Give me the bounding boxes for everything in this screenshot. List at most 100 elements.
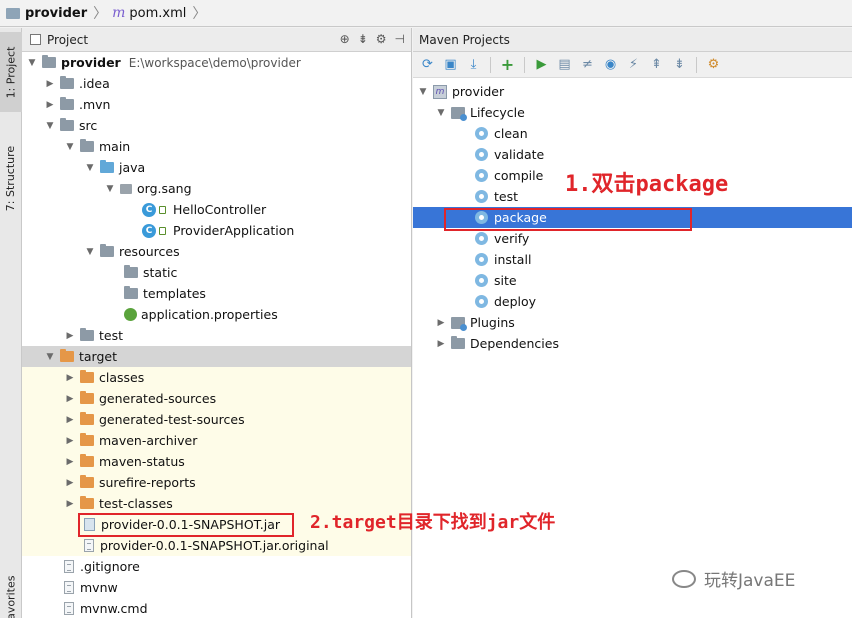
tree-row[interactable]: .gitignore — [22, 556, 411, 577]
tree-row[interactable]: ▶ classes — [22, 367, 411, 388]
collapsed-arrow-icon[interactable]: ▶ — [64, 457, 76, 467]
settings-gear-icon[interactable]: ⚙ — [376, 32, 387, 46]
tree-row[interactable]: ▼ java — [22, 157, 411, 178]
view-selector[interactable]: Project — [30, 33, 88, 47]
collapsed-arrow-icon[interactable]: ▶ — [64, 373, 76, 383]
maven-phase-site[interactable]: site — [413, 270, 852, 291]
excluded-folder-icon — [80, 454, 94, 467]
expand-all-icon[interactable]: ⇞ — [648, 56, 665, 73]
folder-icon — [60, 76, 74, 89]
chevron-right-icon: 〉 — [192, 6, 207, 22]
tree-row[interactable]: ▼ src — [22, 115, 411, 136]
tree-row[interactable]: ▶ generated-test-sources — [22, 409, 411, 430]
collapsed-arrow-icon[interactable]: ▶ — [435, 318, 447, 328]
expanded-arrow-icon[interactable]: ▼ — [84, 247, 96, 257]
maven-phase-install[interactable]: install — [413, 249, 852, 270]
gear-icon — [475, 127, 488, 140]
tree-row[interactable]: static — [22, 262, 411, 283]
run-icon[interactable]: ▶ — [533, 56, 550, 73]
hide-panel-icon[interactable]: ⊣ — [395, 32, 405, 46]
maven-row-dependencies[interactable]: ▶ Dependencies — [413, 333, 852, 354]
toggle-offline-icon[interactable]: ≠ — [579, 56, 596, 73]
maven-project-icon: m — [433, 84, 447, 99]
tree-row[interactable]: ▶ .mvn — [22, 94, 411, 115]
tree-row[interactable]: templates — [22, 283, 411, 304]
spring-class-icon: C — [142, 223, 156, 238]
collapsed-arrow-icon[interactable]: ▶ — [64, 394, 76, 404]
breadcrumb-file[interactable]: m pom.xml — [112, 5, 186, 21]
tree-row[interactable]: C HelloController — [22, 199, 411, 220]
expanded-arrow-icon[interactable]: ▼ — [84, 163, 96, 173]
maven-file-icon: m — [112, 5, 126, 21]
tree-row[interactable]: ▼ org.sang — [22, 178, 411, 199]
breadcrumb-project[interactable]: provider — [6, 6, 87, 21]
jar-highlight-box — [78, 513, 294, 537]
properties-file-icon — [124, 308, 137, 321]
download-icon[interactable]: ⤓ — [465, 56, 482, 73]
tab-structure[interactable]: 7: Structure — [0, 138, 22, 218]
show-dependencies-icon[interactable]: ⚡ — [625, 56, 642, 73]
tree-row[interactable]: ▶ .idea — [22, 73, 411, 94]
expanded-arrow-icon[interactable]: ▼ — [44, 121, 56, 131]
excluded-folder-icon — [80, 391, 94, 404]
maven-settings-icon[interactable]: ⚙ — [705, 56, 722, 73]
folder-icon — [124, 286, 138, 299]
collapse-all-icon[interactable]: ⇟ — [358, 32, 368, 46]
package-highlight-box — [444, 208, 692, 231]
collapsed-arrow-icon[interactable]: ▶ — [44, 79, 56, 89]
tab-project[interactable]: 1: Project — [0, 32, 22, 112]
scroll-from-source-icon[interactable]: ⊕ — [340, 32, 350, 46]
tree-row[interactable]: provider-0.0.1-SNAPSHOT.jar.original — [22, 535, 411, 556]
tree-row[interactable]: ▼ main — [22, 136, 411, 157]
tree-row[interactable]: mvnw — [22, 577, 411, 598]
collapsed-arrow-icon[interactable]: ▶ — [64, 415, 76, 425]
chevron-right-icon: 〉 — [93, 6, 108, 22]
collapsed-arrow-icon[interactable]: ▶ — [64, 478, 76, 488]
maven-row-project[interactable]: ▼ m provider — [413, 81, 852, 102]
expanded-arrow-icon[interactable]: ▼ — [26, 58, 38, 68]
tree-row[interactable]: ▼ resources — [22, 241, 411, 262]
tree-row-target[interactable]: ▼ target — [22, 346, 411, 367]
skip-tests-icon[interactable]: ◉ — [602, 56, 619, 73]
excluded-folder-icon — [80, 433, 94, 446]
annotation-step2: 2.target目录下找到jar文件 — [310, 512, 556, 533]
tree-row[interactable]: application.properties — [22, 304, 411, 325]
tree-row[interactable]: mvnw.cmd — [22, 598, 411, 618]
tree-row-root[interactable]: ▼ provider E:\workspace\demo\provider — [22, 52, 411, 73]
maven-phase-clean[interactable]: clean — [413, 123, 852, 144]
add-icon[interactable]: + — [499, 55, 516, 74]
folder-icon — [60, 118, 74, 131]
maven-phase-verify[interactable]: verify — [413, 228, 852, 249]
tree-row[interactable]: ▶ surefire-reports — [22, 472, 411, 493]
class-icon: C — [142, 202, 156, 217]
tree-row[interactable]: ▶ test — [22, 325, 411, 346]
collapsed-arrow-icon[interactable]: ▶ — [44, 100, 56, 110]
run-config-icon[interactable]: ▤ — [556, 56, 573, 73]
lock-icon — [159, 226, 166, 235]
collapsed-arrow-icon[interactable]: ▶ — [64, 436, 76, 446]
expanded-arrow-icon[interactable]: ▼ — [64, 142, 76, 152]
collapsed-arrow-icon[interactable]: ▶ — [435, 339, 447, 349]
collapsed-arrow-icon[interactable]: ▶ — [64, 331, 76, 341]
collapse-all-icon[interactable]: ⇟ — [671, 56, 688, 73]
tree-row[interactable]: ▶ generated-sources — [22, 388, 411, 409]
maven-phase-validate[interactable]: validate — [413, 144, 852, 165]
tree-row[interactable]: ▶ maven-archiver — [22, 430, 411, 451]
expanded-arrow-icon[interactable]: ▼ — [417, 87, 429, 97]
expanded-arrow-icon[interactable]: ▼ — [44, 352, 56, 362]
tree-row[interactable]: ▶ maven-status — [22, 451, 411, 472]
package-icon — [120, 183, 132, 194]
collapsed-arrow-icon[interactable]: ▶ — [64, 499, 76, 509]
expanded-arrow-icon[interactable]: ▼ — [435, 108, 447, 118]
tab-favorites[interactable]: 2: Favorites — [0, 568, 22, 618]
maven-row-plugins[interactable]: ▶ Plugins — [413, 312, 852, 333]
generate-sources-icon[interactable]: ▣ — [442, 56, 459, 73]
maven-phase-deploy[interactable]: deploy — [413, 291, 852, 312]
reimport-icon[interactable]: ⟳ — [419, 56, 436, 73]
maven-panel-header: Maven Projects — [413, 28, 852, 52]
toolbar-separator — [696, 56, 697, 73]
maven-row-lifecycle[interactable]: ▼ Lifecycle — [413, 102, 852, 123]
expanded-arrow-icon[interactable]: ▼ — [104, 184, 116, 194]
tree-row[interactable]: C ProviderApplication — [22, 220, 411, 241]
folder-icon — [6, 7, 20, 19]
